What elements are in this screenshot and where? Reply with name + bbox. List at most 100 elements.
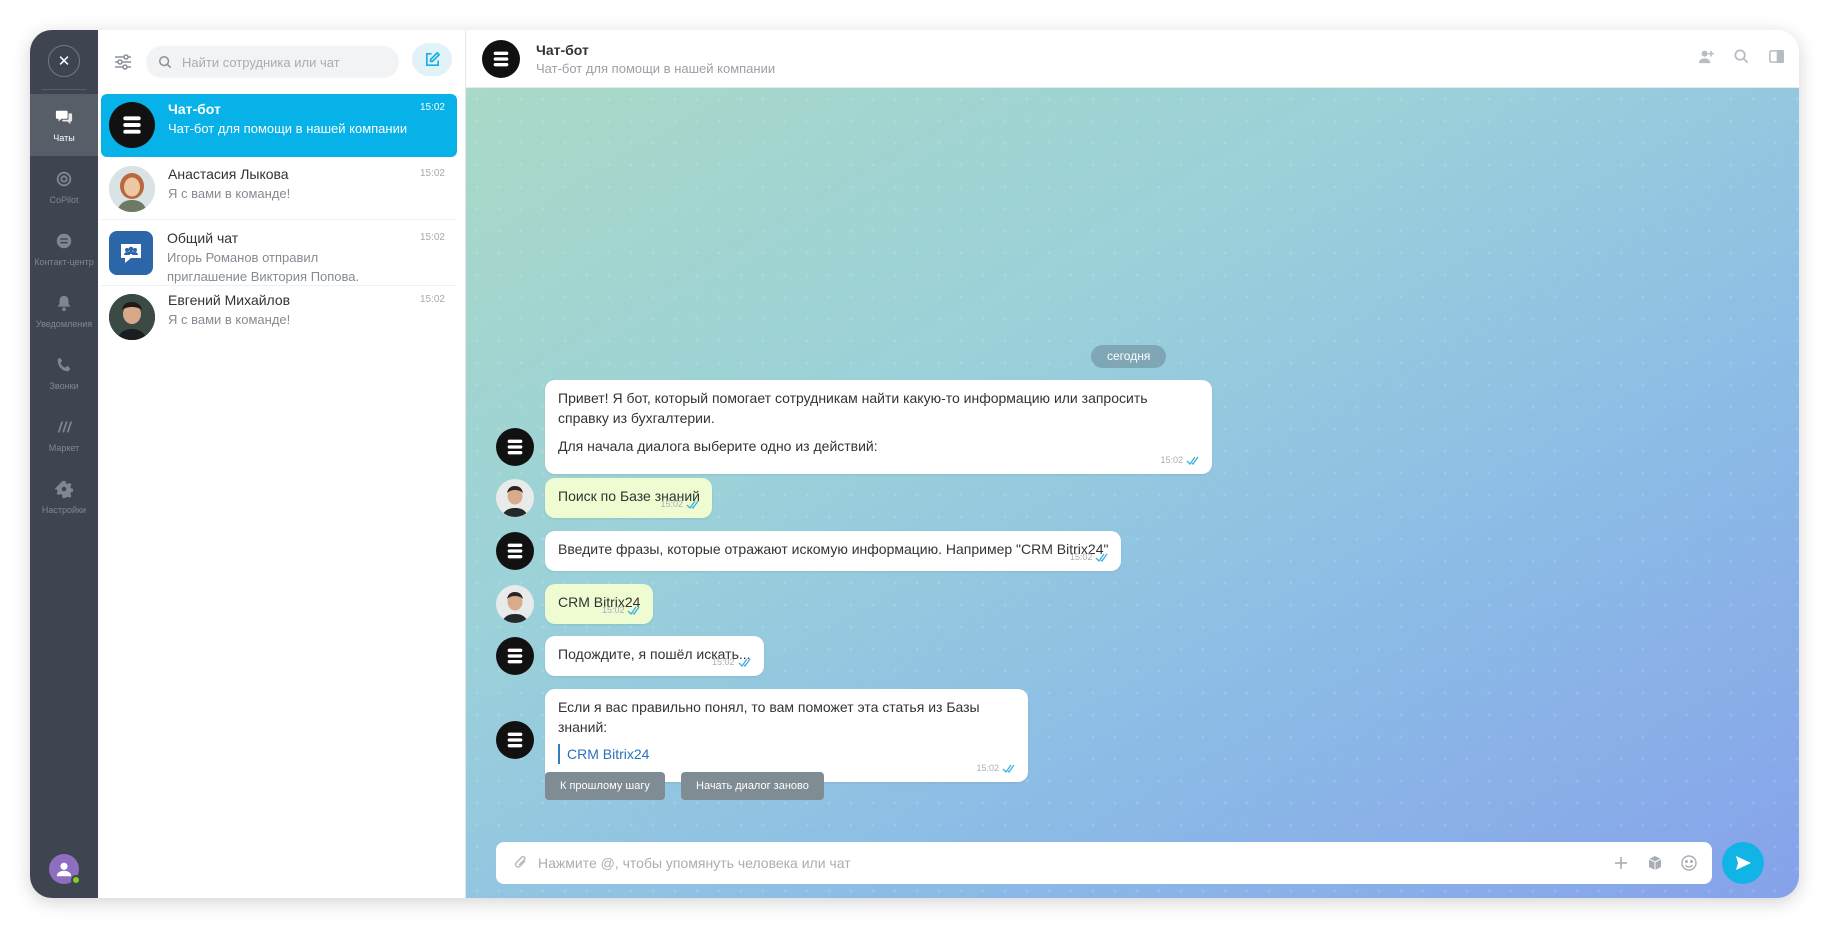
rail-label-settings: Настройки [41, 504, 87, 515]
group-chat-icon [121, 244, 141, 263]
chat-preview: Я с вами в команде! [168, 186, 291, 201]
bot-message-avatar [496, 721, 534, 759]
message-input[interactable] [538, 855, 1598, 871]
chat-item-anastasia[interactable]: Анастасия Лыкова Я с вами в команде! 15:… [101, 160, 457, 220]
person-photo-icon [496, 479, 534, 517]
chat-item-chatbot[interactable]: Чат-бот Чат-бот для помощи в нашей компа… [101, 94, 457, 157]
time-text: 15:02 [712, 657, 735, 667]
chat-preview: Я с вами в команде! [168, 312, 291, 327]
add-button[interactable] [1612, 854, 1630, 872]
message-time: 15:02 [712, 652, 752, 672]
message-time: 15:02 [602, 600, 642, 620]
new-chat-button[interactable] [412, 43, 452, 76]
user-message-avatar [496, 479, 534, 517]
left-rail: ✕ Чаты CoPilot Контакт-центр Уведомления… [30, 30, 98, 898]
chat-time: 15:02 [419, 168, 445, 179]
message-composer[interactable] [496, 842, 1712, 884]
online-status-dot [71, 875, 81, 885]
message-bubble: Введите фразы, которые отражают искомую … [545, 531, 1122, 571]
header-text[interactable]: Чат-бот Чат-бот для помощи в нашей компа… [536, 42, 775, 76]
add-user-button[interactable] [1698, 48, 1715, 65]
gear-icon [55, 480, 73, 498]
bell-icon [57, 295, 71, 311]
phone-icon [57, 357, 71, 371]
message-bubble: Если я вас правильно понял, то вам помож… [545, 689, 1028, 782]
close-icon: ✕ [57, 53, 71, 70]
knowledge-base-link[interactable]: CRM Bitrix24 [558, 744, 1015, 764]
close-button[interactable]: ✕ [48, 45, 80, 77]
message-time: 15:02 [976, 758, 1016, 778]
chat-preview: Чат-бот для помощи в нашей компании [168, 121, 408, 136]
sidebar-icon [1769, 50, 1784, 63]
time-text: 15:02 [601, 605, 625, 615]
plus-icon [1615, 857, 1627, 869]
box-icon [1648, 856, 1662, 870]
chat-header: Чат-бот Чат-бот для помощи в нашей компа… [466, 30, 1799, 88]
rail-item-notifications[interactable]: Уведомления [30, 280, 98, 342]
message-bubble-own: Поиск по Базе знаний 15:02 [545, 478, 713, 518]
messenger-window: ✕ Чаты CoPilot Контакт-центр Уведомления… [30, 30, 1799, 898]
rail-item-settings[interactable]: Настройки [30, 466, 98, 528]
message-text: Если я вас правильно понял, то вам помож… [558, 699, 980, 735]
emoji-button[interactable] [1680, 854, 1698, 872]
rail-label-notifications: Уведомления [35, 318, 93, 329]
bot-logo-icon [507, 732, 523, 748]
chat-name: Евгений Михайлов [168, 292, 291, 308]
rail-label-market: Маркет [48, 442, 80, 453]
user-avatar[interactable] [49, 854, 81, 885]
message-area[interactable]: сегодня Привет! Я бот, который помогает … [466, 88, 1799, 898]
chat-time: 15:02 [419, 294, 445, 305]
chat-item-general[interactable]: Общий чат Игорь Романов отправил приглаш… [101, 222, 457, 286]
person-photo-icon [109, 166, 155, 212]
group-chat-avatar [109, 231, 153, 275]
message-time: 15:02 [1070, 547, 1110, 567]
copilot-icon [56, 171, 72, 186]
composer-tools [1612, 854, 1698, 872]
header-toolbar [1698, 48, 1785, 65]
toggle-sidebar-button[interactable] [1768, 48, 1785, 65]
rail-item-chats[interactable]: Чаты [30, 94, 98, 156]
chat-preview: Игорь Романов отправил приглашение Викто… [167, 250, 360, 284]
avatar [109, 294, 155, 340]
message-bubble-own: CRM Bitrix24 15:02 [545, 584, 654, 624]
rail-item-contact-center[interactable]: Контакт-центр [30, 218, 98, 280]
double-check-icon [686, 500, 699, 509]
time-text: 15:02 [660, 499, 684, 509]
compose-icon [425, 51, 440, 67]
rail-label-contact-center: Контакт-центр [34, 256, 94, 267]
attach-icon[interactable] [512, 854, 530, 872]
restart-dialog-button[interactable]: Начать диалог заново [681, 772, 824, 800]
search-input[interactable] [182, 54, 382, 70]
message-text: Привет! Я бот, который помогает сотрудни… [558, 390, 1148, 426]
chatbot-avatar [109, 102, 155, 148]
page-title: Чат-бот [536, 41, 589, 58]
time-text: 15:02 [1069, 552, 1093, 562]
rail-item-calls[interactable]: Звонки [30, 342, 98, 404]
double-check-icon [1002, 764, 1015, 773]
bot-logo-icon [507, 543, 523, 559]
box-button[interactable] [1646, 854, 1664, 872]
search-chat-button[interactable] [1733, 48, 1750, 65]
rail-item-copilot[interactable]: CoPilot [30, 156, 98, 218]
chat-time: 15:02 [419, 102, 445, 113]
person-photo-icon [109, 294, 155, 340]
message-bubble: Привет! Я бот, который помогает сотрудни… [545, 380, 1212, 474]
send-button[interactable] [1722, 842, 1764, 884]
header-avatar[interactable] [482, 39, 520, 78]
search-box[interactable] [146, 46, 399, 78]
double-check-icon [628, 606, 640, 615]
rail-label-calls: Звонки [49, 380, 79, 391]
rail-divider [42, 89, 86, 90]
chat-item-evgeny[interactable]: Евгений Михайлов Я с вами в команде! 15:… [101, 288, 457, 348]
chat-list-panel: Чат-бот Чат-бот для помощи в нашей компа… [98, 30, 466, 898]
bot-logo-icon [493, 51, 509, 66]
filter-icon[interactable] [112, 51, 134, 73]
user-message-avatar [496, 585, 534, 623]
message-time: 15:02 [660, 494, 700, 514]
bot-logo-icon [507, 648, 523, 664]
chat-name: Анастасия Лыкова [168, 166, 289, 182]
rail-label-copilot: CoPilot [49, 194, 79, 205]
rail-item-market[interactable]: Маркет [30, 404, 98, 466]
previous-step-button[interactable]: К прошлому шагу [545, 772, 665, 800]
bot-message-avatar [496, 532, 534, 570]
